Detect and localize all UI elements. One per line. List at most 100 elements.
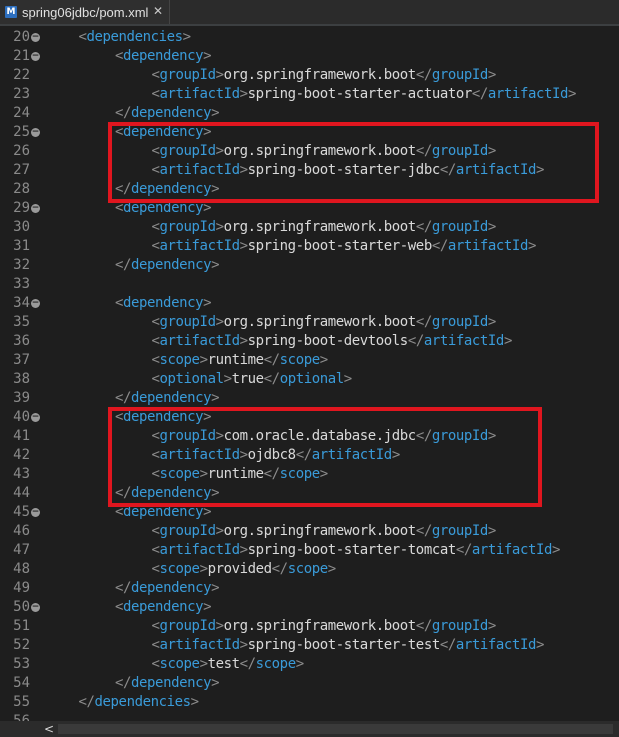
xml-tag-name: scope (159, 352, 200, 368)
code-line[interactable]: 31 <artifactId>spring-boot-starter-web</a… (0, 237, 619, 256)
xml-bracket: > (487, 219, 496, 235)
line-number: 38 (13, 371, 30, 387)
xml-tag-name: optional (159, 371, 224, 387)
line-number: 26 (13, 143, 30, 159)
fold-collapse-icon[interactable]: − (31, 603, 40, 612)
maven-file-icon: M (5, 6, 17, 18)
code-line[interactable]: 46 <groupId>org.springframework.boot</gro… (0, 522, 619, 541)
line-number: 25 (13, 124, 30, 140)
xml-tag-name: artifactId (159, 238, 241, 254)
xml-bracket: < (115, 295, 124, 311)
xml-tag-name: artifactId (159, 86, 241, 102)
code-text: <groupId>org.springframework.boot</group… (152, 313, 497, 332)
code-line[interactable]: 20− <dependencies> (0, 28, 619, 47)
xml-bracket: > (239, 333, 248, 349)
code-line[interactable]: 24 </dependency> (0, 104, 619, 123)
line-number: 28 (13, 181, 30, 197)
xml-tag-name: artifactId (487, 86, 569, 102)
fold-collapse-icon[interactable]: − (31, 508, 40, 517)
xml-bracket: > (182, 29, 191, 45)
code-line[interactable]: 50− <dependency> (0, 598, 619, 617)
tab-pom-xml[interactable]: M spring06jdbc/pom.xml ✕ (0, 0, 170, 24)
xml-tag-name: groupId (159, 219, 216, 235)
code-line[interactable]: 21− <dependency> (0, 47, 619, 66)
xml-bracket: > (487, 314, 496, 330)
xml-bracket: > (211, 580, 220, 596)
line-number: 44 (13, 485, 30, 501)
xml-bracket: < (151, 371, 160, 387)
xml-bracket: < (151, 542, 160, 558)
code-line[interactable]: 52 <artifactId>spring-boot-starter-test</… (0, 636, 619, 655)
code-text: <optional>true</optional> (151, 370, 353, 389)
code-line[interactable]: 55 </dependencies> (0, 693, 619, 712)
xml-bracket: </ (115, 390, 132, 406)
xml-tag-name: scope (159, 561, 200, 577)
code-line[interactable]: 54 </dependency> (0, 674, 619, 693)
code-line[interactable]: 47 <artifactId>spring-boot-starter-tomcat… (0, 541, 619, 560)
tab-label: spring06jdbc/pom.xml (22, 4, 149, 20)
xml-bracket: < (78, 29, 87, 45)
code-line[interactable]: 49 </dependency> (0, 579, 619, 598)
xml-tag-name: groupId (431, 523, 488, 539)
xml-bracket: > (211, 390, 220, 406)
xml-bracket: > (487, 618, 496, 634)
xml-tag-name: groupId (159, 618, 216, 634)
code-line[interactable]: 36 <artifactId>spring-boot-devtools</arti… (0, 332, 619, 351)
code-text: <artifactId>spring-boot-starter-test</ar… (152, 636, 545, 655)
scroll-track[interactable] (58, 724, 613, 734)
code-text: <dependencies> (78, 28, 192, 47)
code-editor[interactable]: 20− <dependencies> 21− <dependency> 22 <group… (0, 26, 619, 721)
fold-collapse-icon[interactable]: − (31, 52, 40, 61)
xml-tag-name: artifactId (159, 542, 241, 558)
xml-bracket: > (211, 105, 220, 121)
horizontal-scrollbar[interactable]: < (0, 721, 619, 737)
xml-tag-name: dependency (131, 390, 212, 406)
code-text: </dependency> (115, 674, 220, 693)
xml-bracket: > (295, 656, 304, 672)
close-icon[interactable]: ✕ (153, 4, 163, 18)
code-line[interactable]: 56 (0, 712, 619, 721)
code-line[interactable]: 30 <groupId>org.springframework.boot</gro… (0, 218, 619, 237)
fold-collapse-icon[interactable]: − (31, 33, 40, 42)
xml-bracket: < (115, 599, 124, 615)
line-number: 52 (13, 637, 30, 653)
code-line[interactable]: 38 <optional>true</optional> (0, 370, 619, 389)
scroll-left-arrow-icon[interactable]: < (42, 721, 56, 737)
xml-bracket: </ (239, 656, 256, 672)
line-number: 46 (13, 523, 30, 539)
code-line[interactable]: 32 </dependency> (0, 256, 619, 275)
code-line[interactable]: 35 <groupId>org.springframework.boot</gro… (0, 313, 619, 332)
xml-bracket: </ (415, 618, 432, 634)
line-number: 37 (13, 352, 30, 368)
fold-collapse-icon[interactable]: − (31, 204, 40, 213)
fold-collapse-icon[interactable]: − (31, 299, 40, 308)
code-line[interactable]: 37 <scope>runtime</scope> (0, 351, 619, 370)
code-line[interactable]: 33 (0, 275, 619, 294)
xml-bracket: > (215, 618, 224, 634)
fold-collapse-icon[interactable]: − (31, 413, 40, 422)
code-line[interactable]: 48 <scope>provided</scope> (0, 560, 619, 579)
code-line[interactable]: 39 </dependency> (0, 389, 619, 408)
xml-tag-name: scope (287, 561, 328, 577)
xml-bracket: > (568, 86, 577, 102)
fold-collapse-icon[interactable]: − (31, 128, 40, 137)
line-number: 20 (13, 29, 30, 45)
xml-bracket: > (211, 257, 220, 273)
xml-tag-name: scope (279, 352, 320, 368)
xml-bracket: > (487, 523, 496, 539)
code-line[interactable]: 34− <dependency> (0, 294, 619, 313)
code-line[interactable]: 22 <groupId>org.springframework.boot</gro… (0, 66, 619, 85)
xml-bracket: > (319, 352, 328, 368)
xml-tag-name: groupId (159, 67, 216, 83)
xml-text-value: org.springframework.boot (223, 618, 417, 634)
code-line[interactable]: 53 <scope>test</scope> (0, 655, 619, 674)
code-line[interactable]: 23 <artifactId>spring-boot-starter-actuat… (0, 85, 619, 104)
xml-bracket: > (199, 561, 208, 577)
line-number: 45 (13, 504, 30, 520)
xml-bracket: < (151, 86, 160, 102)
code-text: <scope>runtime</scope> (152, 351, 329, 370)
xml-bracket: > (239, 238, 248, 254)
xml-bracket: </ (271, 561, 288, 577)
code-line[interactable]: 51 <groupId>org.springframework.boot</gro… (0, 617, 619, 636)
xml-bracket: < (151, 333, 160, 349)
